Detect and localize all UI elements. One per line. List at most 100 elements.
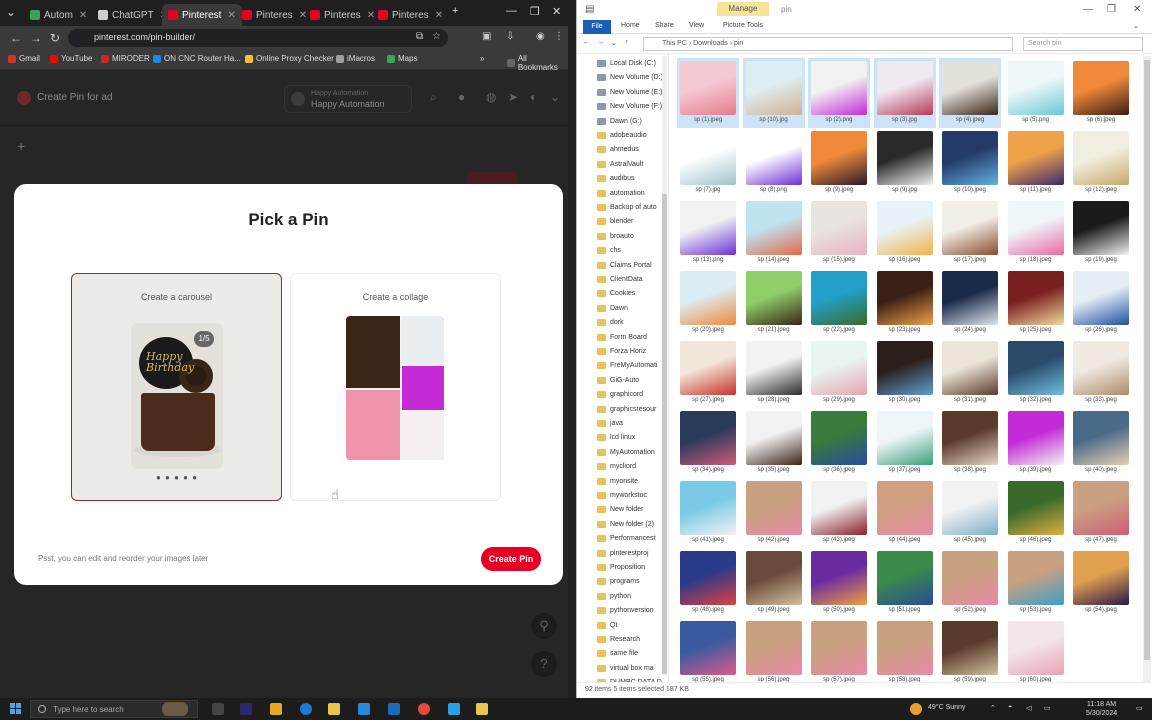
create-carousel-option[interactable]: Create a carousel Happy Birthday 1/5 ● ●… xyxy=(71,273,282,501)
pinterest-logo-icon[interactable] xyxy=(17,91,31,105)
file-item[interactable]: sp (39).jpeg xyxy=(1005,408,1067,478)
tab-3[interactable]: Pinterest ✕ xyxy=(162,4,242,26)
close-window-icon[interactable]: ✕ xyxy=(552,5,561,18)
nav-item[interactable]: Research xyxy=(597,636,640,643)
file-item[interactable]: sp (40).jpeg xyxy=(1070,408,1132,478)
vlc-icon[interactable] xyxy=(270,703,282,715)
file-item[interactable]: sp (26).jpeg xyxy=(1070,268,1132,338)
file-item[interactable]: sp (43).jpeg xyxy=(808,478,870,548)
bookmark-imacros[interactable]: iMacros xyxy=(336,54,375,63)
updates-icon[interactable]: ➤ xyxy=(508,90,518,104)
create-pin-button[interactable]: Create Pin xyxy=(481,547,541,571)
grid-scrollbar-thumb[interactable] xyxy=(1144,60,1150,660)
network-icon[interactable]: ◓ xyxy=(1008,704,1012,711)
add-pin-icon[interactable]: + xyxy=(17,138,25,154)
file-item[interactable]: sp (22).jpeg xyxy=(808,268,870,338)
tab-6[interactable]: Pinteres ✕ xyxy=(372,4,449,26)
profile-avatar-icon[interactable]: ◐ xyxy=(530,90,537,104)
file-item[interactable]: sp (44).jpeg xyxy=(874,478,936,548)
weather-text[interactable]: 49°C Sunny xyxy=(928,704,965,711)
explorer-minimize-icon[interactable]: — xyxy=(1083,4,1093,15)
nav-item[interactable]: Forza Horiz xyxy=(597,348,646,355)
file-item[interactable]: sp (11).jpeg xyxy=(1005,128,1067,198)
file-item[interactable]: sp (30).jpeg xyxy=(874,338,936,408)
file-item[interactable]: sp (48).jpeg xyxy=(677,548,739,618)
nav-item[interactable]: Claims Portal xyxy=(597,261,652,269)
cast-icon[interactable]: ⧉ xyxy=(416,31,423,42)
file-item[interactable]: sp (36).jpeg xyxy=(808,408,870,478)
windows-start-icon[interactable] xyxy=(10,703,22,715)
file-item[interactable]: sp (54).jpeg xyxy=(1070,548,1132,618)
nav-item[interactable]: myonsite xyxy=(597,477,638,485)
nav-item[interactable]: New folder (2) xyxy=(597,520,654,528)
file-item[interactable]: sp (31).jpeg xyxy=(939,338,1001,408)
file-item[interactable]: sp (4).jpeg xyxy=(939,58,1001,128)
nav-item[interactable]: GiG-Auto xyxy=(597,376,639,384)
nav-item[interactable]: Qt xyxy=(597,621,617,629)
file-item[interactable]: sp (57).jpeg xyxy=(808,618,870,688)
nav-item[interactable]: pythonversion xyxy=(597,607,654,615)
nav-item[interactable]: mycliord xyxy=(597,463,636,471)
edge-icon[interactable] xyxy=(300,703,312,715)
nav-item[interactable]: FreMyAutomati xyxy=(597,362,657,370)
tab-1-close-icon[interactable]: ✕ xyxy=(79,10,87,21)
tab-4[interactable]: Pinteres ✕ xyxy=(236,4,313,26)
nav-item[interactable]: audibus xyxy=(597,175,635,183)
nav-item[interactable]: MyAutomation xyxy=(597,448,655,456)
file-item[interactable]: sp (10).jpeg xyxy=(939,128,1001,198)
explorer-back-icon[interactable]: ← xyxy=(583,39,590,46)
task-view-icon[interactable] xyxy=(212,703,224,715)
file-item[interactable]: sp (52).jpeg xyxy=(939,548,1001,618)
folder-icon[interactable] xyxy=(476,703,488,715)
file-item[interactable]: sp (45).jpeg xyxy=(939,478,1001,548)
menu-kebab-icon[interactable]: ⋮ xyxy=(554,31,564,42)
back-icon[interactable]: ← xyxy=(10,31,22,45)
tab-3-close-icon[interactable]: ✕ xyxy=(227,10,235,21)
nav-item[interactable]: pinterestproj xyxy=(597,549,649,557)
taskbar-app-purple-icon[interactable] xyxy=(240,703,252,715)
reload-icon[interactable]: ↻ xyxy=(50,31,60,45)
file-item[interactable]: sp (50).jpeg xyxy=(808,548,870,618)
file-item[interactable]: sp (59).jpeg xyxy=(939,618,1001,688)
file-item[interactable]: sp (17).jpeg xyxy=(939,198,1001,268)
nav-item[interactable]: Form Board xyxy=(597,333,647,341)
explorer-search-input[interactable]: Search pin xyxy=(1023,37,1143,51)
file-item[interactable]: sp (3).jpg xyxy=(873,58,936,128)
nav-item[interactable]: broauto xyxy=(597,232,634,240)
nav-item[interactable]: dork xyxy=(597,319,624,327)
ribbon-tab-home[interactable]: Home xyxy=(621,22,640,29)
new-tab-icon[interactable]: + xyxy=(452,5,458,17)
bookmark-maps[interactable]: Maps xyxy=(387,54,418,63)
file-item[interactable]: sp (32).jpeg xyxy=(1005,338,1067,408)
address-bar[interactable]: pinterest.com/pin-builder/ xyxy=(68,29,448,47)
file-item[interactable]: sp (1).jpeg xyxy=(677,58,739,128)
nav-item[interactable]: lcd linux xyxy=(597,434,635,442)
file-item[interactable]: sp (9).jpg xyxy=(874,128,936,198)
file-item[interactable]: sp (51).jpeg xyxy=(874,548,936,618)
file-item[interactable]: sp (55).jpeg xyxy=(677,618,739,688)
file-explorer-icon[interactable] xyxy=(328,703,340,715)
nav-item[interactable]: ClientData xyxy=(597,276,643,283)
file-item[interactable]: sp (14).jpeg xyxy=(743,198,805,268)
nav-item[interactable]: New Volume (E:) xyxy=(597,88,663,96)
tray-chevron-icon[interactable]: ⌃ xyxy=(990,704,996,712)
tab-5[interactable]: Pinteres ✕ xyxy=(304,4,381,26)
tab-6-close-icon[interactable]: ✕ xyxy=(435,10,443,21)
file-item[interactable]: sp (38).jpeg xyxy=(939,408,1001,478)
bookmark-gmail[interactable]: Gmail xyxy=(8,54,40,63)
forward-icon[interactable]: → xyxy=(30,31,42,45)
minimize-icon[interactable]: — xyxy=(506,5,517,17)
maximize-icon[interactable]: ❐ xyxy=(530,5,540,18)
nav-item[interactable]: Dawn (G:) xyxy=(597,117,642,125)
ribbon-tab-picture-tools[interactable]: Picture Tools xyxy=(723,22,763,29)
file-item[interactable]: sp (21).jpeg xyxy=(743,268,805,338)
store-icon[interactable] xyxy=(358,703,370,715)
nav-item[interactable]: graphicsresour xyxy=(597,405,656,413)
ribbon-tab-share[interactable]: Share xyxy=(655,22,674,29)
file-item[interactable]: sp (8).png xyxy=(743,128,805,198)
keyboard-icon[interactable]: ▭ xyxy=(1044,704,1051,712)
ribbon-tab-file[interactable]: File xyxy=(583,20,611,34)
bookmark-proxy-checker[interactable]: Online Proxy Checker xyxy=(245,54,334,63)
bookmark-miroder[interactable]: MIRODER xyxy=(101,54,150,63)
nav-item[interactable]: myworkstoc xyxy=(597,492,647,499)
